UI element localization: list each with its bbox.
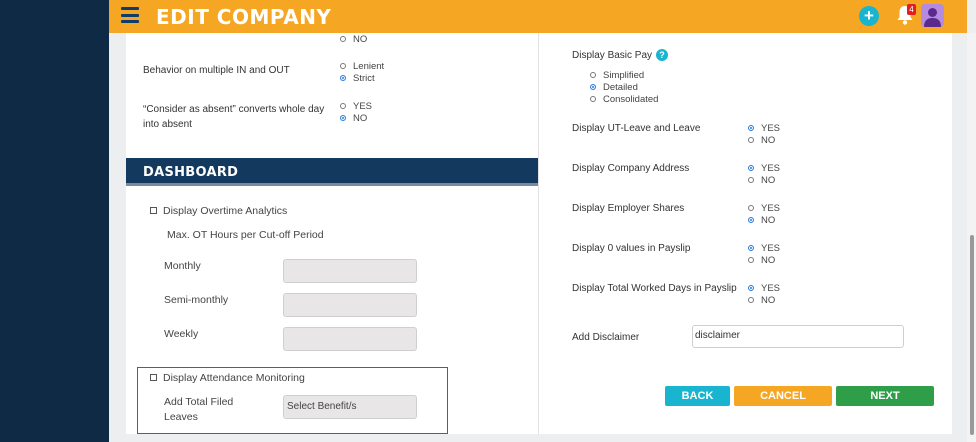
radio-icon bbox=[748, 257, 754, 263]
radio-icon bbox=[748, 177, 754, 183]
settings-card: NO Behavior on multiple IN and OUT Lenie… bbox=[126, 33, 952, 434]
radio-selected-icon bbox=[748, 125, 754, 131]
radio-zero-no[interactable]: NO bbox=[748, 255, 775, 267]
radio-icon bbox=[340, 36, 346, 42]
side-nav bbox=[0, 0, 109, 442]
back-button[interactable]: BACK bbox=[665, 386, 730, 406]
radio-absent-yes[interactable]: YES bbox=[340, 101, 372, 113]
top-bar: EDIT COMPANY + 4 bbox=[109, 0, 967, 33]
worked-days-label: Display Total Worked Days in Payslip bbox=[572, 283, 737, 294]
radio-strict[interactable]: Strict bbox=[340, 73, 375, 85]
radio-icon bbox=[340, 103, 346, 109]
checkbox-attendance-monitoring[interactable]: Display Attendance Monitoring bbox=[150, 372, 305, 385]
user-avatar-icon[interactable] bbox=[921, 4, 944, 27]
hamburger-menu-icon[interactable] bbox=[121, 7, 139, 23]
radio-icon bbox=[590, 96, 596, 102]
cancel-button[interactable]: CANCEL bbox=[734, 386, 832, 406]
disclaimer-input[interactable]: disclaimer bbox=[692, 325, 904, 348]
weekly-input[interactable] bbox=[283, 327, 417, 351]
basic-pay-label: Display Basic Pay? bbox=[572, 48, 669, 63]
radio-absent-no[interactable]: NO bbox=[340, 113, 367, 125]
radio-icon bbox=[748, 297, 754, 303]
checkbox-overtime-analytics[interactable]: Display Overtime Analytics bbox=[150, 205, 287, 218]
radio-lenient[interactable]: Lenient bbox=[340, 61, 384, 73]
company-address-label: Display Company Address bbox=[572, 163, 690, 174]
dashboard-section-header: DASHBOARD bbox=[126, 158, 538, 186]
radio-selected-icon bbox=[340, 75, 346, 81]
employer-shares-label: Display Employer Shares bbox=[572, 203, 685, 214]
monthly-input[interactable] bbox=[283, 259, 417, 283]
radio-selected-icon bbox=[748, 245, 754, 251]
filed-leaves-label: Add Total Filed Leaves bbox=[164, 396, 234, 423]
notification-count-badge: 4 bbox=[907, 4, 916, 15]
column-divider bbox=[538, 33, 539, 434]
radio-address-no[interactable]: NO bbox=[748, 175, 775, 187]
radio-consolidated[interactable]: Consolidated bbox=[590, 94, 658, 106]
radio-simplified[interactable]: Simplified bbox=[590, 70, 644, 82]
scrollbar-thumb[interactable] bbox=[970, 235, 974, 435]
monthly-label: Monthly bbox=[164, 260, 201, 272]
radio-top-no[interactable]: NO bbox=[340, 34, 367, 46]
disclaimer-label: Add Disclaimer bbox=[572, 332, 640, 343]
radio-ut-leave-yes[interactable]: YES bbox=[748, 123, 780, 135]
dashboard-title: DASHBOARD bbox=[143, 165, 239, 180]
radio-worked-yes[interactable]: YES bbox=[748, 283, 780, 295]
consider-absent-label: “Consider as absent” converts whole day … bbox=[143, 104, 325, 130]
radio-detailed[interactable]: Detailed bbox=[590, 82, 638, 94]
next-button[interactable]: NEXT bbox=[836, 386, 934, 406]
radio-address-yes[interactable]: YES bbox=[748, 163, 780, 175]
add-plus-icon[interactable]: + bbox=[859, 6, 879, 26]
benefit-select[interactable]: Select Benefit/s bbox=[283, 395, 417, 419]
radio-shares-yes[interactable]: YES bbox=[748, 203, 780, 215]
radio-icon bbox=[340, 63, 346, 69]
multiple-in-out-label: Behavior on multiple IN and OUT bbox=[143, 65, 290, 76]
weekly-label: Weekly bbox=[164, 328, 199, 340]
radio-icon bbox=[590, 72, 596, 78]
ut-leave-label: Display UT-Leave and Leave bbox=[572, 123, 701, 134]
help-icon[interactable]: ? bbox=[656, 49, 669, 61]
max-ot-label: Max. OT Hours per Cut-off Period bbox=[167, 229, 324, 241]
radio-selected-icon bbox=[590, 84, 596, 90]
radio-ut-leave-no[interactable]: NO bbox=[748, 135, 775, 147]
radio-worked-no[interactable]: NO bbox=[748, 295, 775, 307]
radio-shares-no[interactable]: NO bbox=[748, 215, 775, 227]
radio-icon bbox=[748, 205, 754, 211]
semi-monthly-input[interactable] bbox=[283, 293, 417, 317]
radio-icon bbox=[748, 137, 754, 143]
page-scrollbar[interactable] bbox=[967, 33, 976, 442]
radio-selected-icon bbox=[748, 285, 754, 291]
checkbox-icon bbox=[150, 374, 157, 381]
semi-monthly-label: Semi-monthly bbox=[164, 294, 229, 306]
radio-selected-icon bbox=[748, 165, 754, 171]
page-title: EDIT COMPANY bbox=[156, 5, 332, 29]
radio-zero-yes[interactable]: YES bbox=[748, 243, 780, 255]
radio-selected-icon bbox=[340, 115, 346, 121]
radio-selected-icon bbox=[748, 217, 754, 223]
zero-values-label: Display 0 values in Payslip bbox=[572, 243, 691, 254]
checkbox-icon bbox=[150, 207, 157, 214]
